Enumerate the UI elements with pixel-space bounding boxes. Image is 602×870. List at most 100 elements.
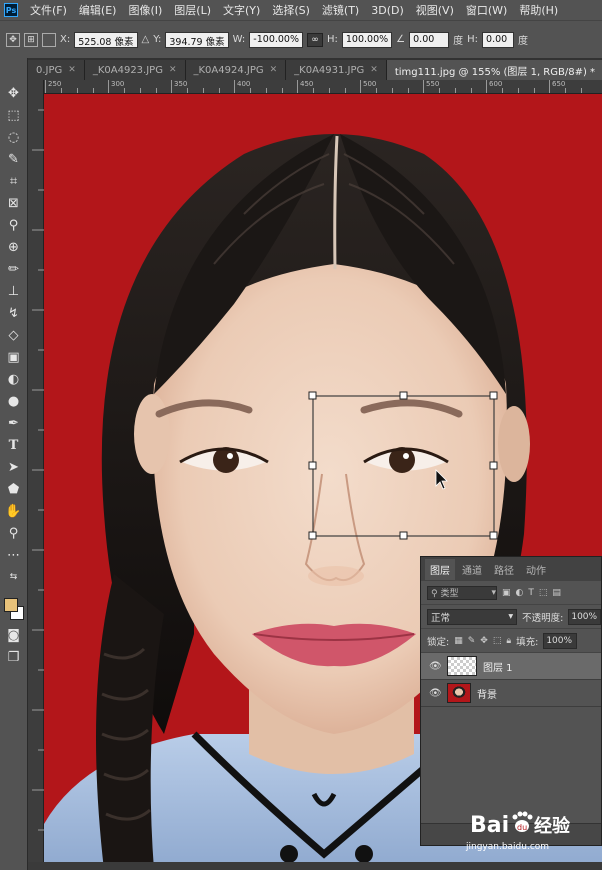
lock-image-icon[interactable]: ✎ xyxy=(468,636,476,646)
angle-field[interactable]: 0.00 xyxy=(409,31,450,48)
tab-paths[interactable]: 路径 xyxy=(489,559,519,580)
layer-item-layer1[interactable]: 👁︎ 图层 1 xyxy=(421,653,601,680)
w-label: W: xyxy=(232,34,246,45)
menu-help[interactable]: 帮助(H) xyxy=(513,2,564,18)
lock-label: 锁定: xyxy=(427,636,450,648)
layer-item-background[interactable]: 👁︎ 背景 xyxy=(421,680,601,707)
delta-icon[interactable]: △ xyxy=(142,34,150,45)
lock-transparent-icon[interactable]: ▦ xyxy=(454,636,463,646)
close-icon[interactable]: ✕ xyxy=(68,65,76,75)
tab-channels[interactable]: 通道 xyxy=(457,559,487,580)
gradient-tool-icon[interactable]: ▣ xyxy=(3,346,25,368)
horizontal-ruler[interactable]: 250 300 350 400 450 500 550 600 650 xyxy=(44,80,602,94)
menu-type[interactable]: 文字(Y) xyxy=(217,2,266,18)
lock-artboard-icon[interactable]: ⬚ xyxy=(493,636,502,646)
reference-point-icon[interactable]: ⊞ xyxy=(24,32,38,47)
healing-brush-tool-icon[interactable]: ⊕ xyxy=(3,236,25,258)
layers-panel: 图层 通道 路径 动作 ⚲ 类型 ▾ ▣ ◐ T ⬚ ▤ 正常 ▾ 不透明度: … xyxy=(420,556,602,846)
tab-actions[interactable]: 动作 xyxy=(521,559,551,580)
swap-colors-icon[interactable]: ⇆ xyxy=(3,566,25,588)
chevron-down-icon: ▾ xyxy=(508,611,514,622)
more-tools-icon[interactable]: ⋯ xyxy=(3,544,25,566)
screen-mode-icon[interactable]: ❐ xyxy=(3,646,25,668)
menu-filter[interactable]: 滤镜(T) xyxy=(316,2,365,18)
lock-position-icon[interactable]: ✥ xyxy=(480,636,488,646)
ruler-label: 350 xyxy=(174,80,188,88)
close-icon[interactable]: ✕ xyxy=(270,65,278,75)
panel-tab-row: 图层 通道 路径 动作 xyxy=(421,557,601,581)
height-field[interactable]: 100.00% xyxy=(341,31,393,48)
menu-layer[interactable]: 图层(L) xyxy=(168,2,217,18)
y-position-field[interactable]: 394.79 像素 xyxy=(165,31,229,48)
fill-label: 填充: xyxy=(516,636,539,648)
menu-window[interactable]: 窗口(W) xyxy=(460,2,513,18)
options-bar: ✥ ⊞ X: 525.08 像素 △ Y: 394.79 像素 W: -100.… xyxy=(0,20,602,58)
eraser-tool-icon[interactable]: ◇ xyxy=(3,324,25,346)
layer-kind-filter[interactable]: ⚲ 类型 ▾ xyxy=(427,585,497,600)
quick-mask-icon[interactable]: ◙ xyxy=(3,624,25,646)
clone-stamp-tool-icon[interactable]: ⊥ xyxy=(3,280,25,302)
reference-checkbox[interactable] xyxy=(42,32,56,47)
shape-filter-icon[interactable]: ⬚ xyxy=(539,588,548,598)
pen-tool-icon[interactable]: ✒ xyxy=(3,412,25,434)
dodge-tool-icon[interactable]: ● xyxy=(3,390,25,412)
adjustment-filter-icon[interactable]: ◐ xyxy=(516,588,524,598)
menu-bar: Ps 文件(F) 编辑(E) 图像(I) 图层(L) 文字(Y) 选择(S) 滤… xyxy=(0,0,602,20)
menu-image[interactable]: 图像(I) xyxy=(122,2,168,18)
tab-document-active[interactable]: timg111.jpg @ 155% (图层 1, RGB/8#) *✕ xyxy=(386,60,602,80)
foreground-color-swatch[interactable] xyxy=(3,598,18,612)
watermark-brand-left: Bai xyxy=(470,813,509,838)
ruler-label: 600 xyxy=(489,80,503,88)
h-label: H: xyxy=(327,34,338,45)
h-skew-field[interactable]: 0.00 xyxy=(482,31,515,48)
menu-edit[interactable]: 编辑(E) xyxy=(73,2,123,18)
ruler-label: 300 xyxy=(111,80,125,88)
brush-tool-icon[interactable]: ✏ xyxy=(3,258,25,280)
quick-select-tool-icon[interactable]: ✎ xyxy=(3,148,25,170)
type-tool-icon[interactable]: T xyxy=(3,434,25,456)
x-position-field[interactable]: 525.08 像素 xyxy=(74,31,138,48)
menu-select[interactable]: 选择(S) xyxy=(266,2,316,18)
shape-tool-icon[interactable]: ⬟ xyxy=(3,478,25,500)
menu-view[interactable]: 视图(V) xyxy=(410,2,460,18)
lock-all-icon[interactable]: 🔒︎ xyxy=(506,636,511,646)
ruler-label: 450 xyxy=(300,80,314,88)
opacity-label: 不透明度: xyxy=(522,612,564,624)
tab-layers[interactable]: 图层 xyxy=(425,558,455,580)
blend-mode-select[interactable]: 正常 ▾ xyxy=(427,608,518,625)
close-icon[interactable]: ✕ xyxy=(169,65,177,75)
eye-icon[interactable]: 👁︎ xyxy=(429,688,442,699)
lasso-tool-icon[interactable]: ◌ xyxy=(3,126,25,148)
layer-name: 图层 1 xyxy=(483,662,513,674)
type-filter-icon[interactable]: T xyxy=(528,588,534,598)
photoshop-app-icon[interactable]: Ps xyxy=(4,3,18,17)
tab-document-1[interactable]: _K0A4923.JPG ✕ xyxy=(84,60,186,80)
link-aspect-icon[interactable]: ∞ xyxy=(307,32,323,47)
image-filter-icon[interactable]: ▣ xyxy=(502,588,511,598)
tab-document-3[interactable]: _K0A4931.JPG ✕ xyxy=(286,60,387,80)
transform-move-icon[interactable]: ✥ xyxy=(6,32,20,47)
smart-object-filter-icon[interactable]: ▤ xyxy=(552,588,561,598)
vertical-ruler[interactable] xyxy=(28,80,44,870)
tab-document-2[interactable]: _K0A4924.JPG ✕ xyxy=(185,60,287,80)
history-brush-tool-icon[interactable]: ↯ xyxy=(3,302,25,324)
hand-tool-icon[interactable]: ✋ xyxy=(3,500,25,522)
blur-tool-icon[interactable]: ◐ xyxy=(3,368,25,390)
frame-tool-icon[interactable]: ⊠ xyxy=(3,192,25,214)
zoom-tool-icon[interactable]: ⚲ xyxy=(3,522,25,544)
fill-field[interactable]: 100% xyxy=(543,632,578,649)
tab-document-0[interactable]: 0.JPG ✕ xyxy=(28,60,85,80)
close-icon[interactable]: ✕ xyxy=(370,65,378,75)
eye-icon[interactable]: 👁︎ xyxy=(429,661,442,672)
eyedropper-tool-icon[interactable]: ⚲ xyxy=(3,214,25,236)
opacity-field[interactable]: 100% xyxy=(568,608,601,625)
menu-3d[interactable]: 3D(D) xyxy=(365,4,410,17)
chevron-down-icon: ▾ xyxy=(491,587,496,598)
marquee-tool-icon[interactable]: ⬚ xyxy=(3,104,25,126)
move-tool-icon[interactable]: ✥ xyxy=(3,82,25,104)
crop-tool-icon[interactable]: ⌗ xyxy=(3,170,25,192)
width-field[interactable]: -100.00% xyxy=(249,31,303,48)
blend-opacity-row: 正常 ▾ 不透明度: 100% xyxy=(421,605,601,629)
path-select-tool-icon[interactable]: ➤ xyxy=(3,456,25,478)
menu-file[interactable]: 文件(F) xyxy=(24,2,73,18)
